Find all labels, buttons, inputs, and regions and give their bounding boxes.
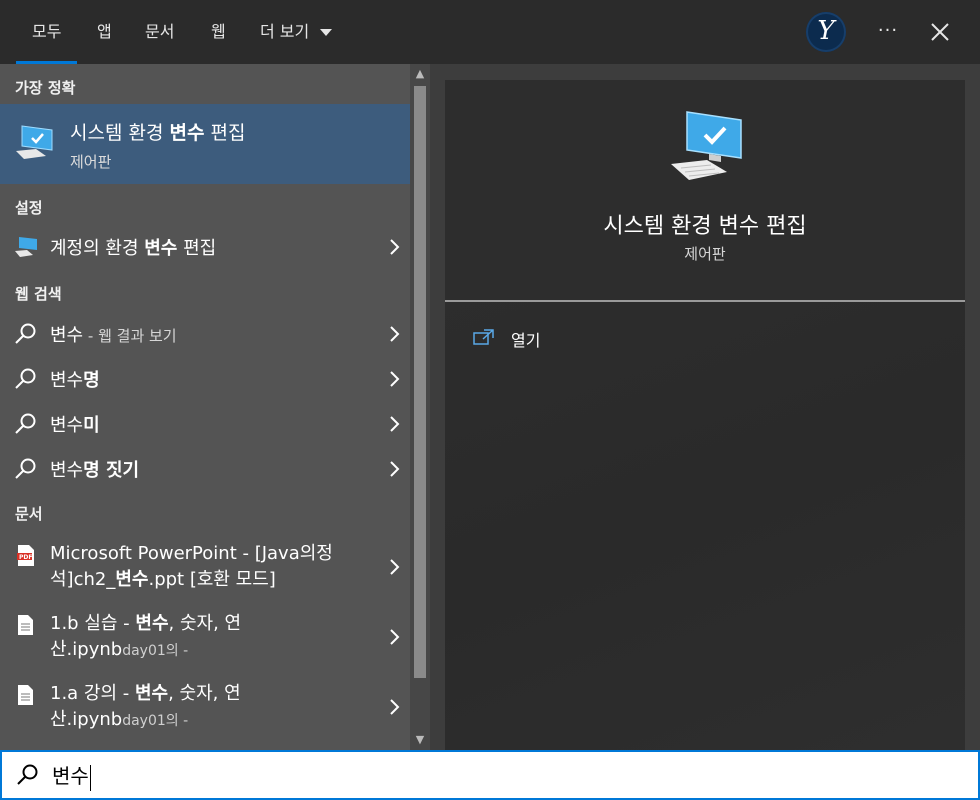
chevron-right-icon bbox=[390, 559, 400, 575]
monitor-icon bbox=[16, 125, 53, 159]
preview-subtitle: 제어판 bbox=[684, 245, 726, 263]
settings-item-label: 계정의 환경 변수 편집 bbox=[50, 238, 217, 259]
results-scrollbar[interactable]: ▲ ▼ bbox=[410, 64, 430, 750]
pdf-icon: PDF bbox=[17, 545, 34, 566]
preview-header: 시스템 환경 변수 편집 제어판 bbox=[445, 80, 965, 300]
scrollbar-thumb[interactable] bbox=[414, 86, 426, 678]
chevron-right-icon bbox=[390, 699, 400, 715]
dropdown-arrow-icon bbox=[320, 28, 333, 36]
search-icon bbox=[15, 458, 36, 479]
section-settings: 설정 bbox=[15, 199, 43, 217]
web-result-label: 변수미 bbox=[50, 415, 100, 436]
document-item[interactable]: 1.a 강의 - 변수, 숫자, 연 산.ipynbday01의 - bbox=[0, 681, 410, 737]
web-result-item[interactable]: 변수 - 웹 결과 보기 bbox=[0, 316, 410, 350]
web-result-item[interactable]: 변수미 bbox=[0, 406, 410, 440]
monitor-large-icon bbox=[671, 111, 742, 180]
document-title: Microsoft PowerPoint - [Java의정 석]ch2_변수.… bbox=[50, 543, 333, 590]
text-caret bbox=[89, 764, 91, 791]
avatar[interactable]: Y bbox=[806, 12, 846, 52]
best-match-title: 시스템 환경 변수 편집 bbox=[70, 122, 246, 144]
document-item[interactable]: 1.b 실습 - 변수, 숫자, 연 산.ipynbday01의 - bbox=[0, 611, 410, 667]
document-title: 1.a 강의 - 변수, 숫자, 연 산.ipynbday01의 - bbox=[50, 683, 241, 730]
section-web-search: 웹 검색 bbox=[15, 285, 62, 303]
open-label: 열기 bbox=[511, 331, 541, 350]
chevron-right-icon bbox=[390, 416, 400, 432]
chevron-right-icon bbox=[390, 461, 400, 477]
document-icon bbox=[18, 685, 33, 705]
tab-more[interactable]: 더 보기 bbox=[260, 0, 333, 64]
settings-item[interactable]: 계정의 환경 변수 편집 bbox=[0, 230, 410, 264]
web-result-item[interactable]: 변수명 짓기 bbox=[0, 451, 410, 485]
document-icon bbox=[18, 615, 33, 635]
chevron-right-icon bbox=[390, 239, 400, 255]
search-icon bbox=[15, 413, 36, 434]
tab-apps[interactable]: 앱 bbox=[97, 0, 112, 64]
web-result-label: 변수 - 웹 결과 보기 bbox=[50, 325, 177, 346]
chevron-right-icon bbox=[390, 629, 400, 645]
preview-title: 시스템 환경 변수 편집 bbox=[603, 214, 807, 239]
search-bar[interactable]: 변수 bbox=[0, 750, 980, 800]
chevron-right-icon bbox=[390, 371, 400, 387]
web-result-label: 변수명 짓기 bbox=[50, 460, 140, 481]
close-icon[interactable] bbox=[926, 16, 954, 48]
search-icon bbox=[15, 323, 36, 344]
preview-divider bbox=[445, 300, 965, 302]
tab-all[interactable]: 모두 bbox=[15, 0, 79, 64]
scroll-down-icon[interactable]: ▼ bbox=[410, 730, 430, 750]
search-input[interactable]: 변수 bbox=[52, 760, 91, 791]
scroll-up-icon[interactable]: ▲ bbox=[410, 64, 430, 84]
web-result-item[interactable]: 변수명 bbox=[0, 361, 410, 395]
preview-panel: 시스템 환경 변수 편집 제어판 열기 bbox=[445, 80, 965, 750]
chevron-right-icon bbox=[390, 326, 400, 342]
best-match-item[interactable]: 시스템 환경 변수 편집 제어판 bbox=[0, 104, 410, 184]
document-item[interactable]: PDF Microsoft PowerPoint - [Java의정 석]ch2… bbox=[0, 541, 410, 597]
section-best-match: 가장 정확 bbox=[15, 79, 76, 97]
more-options-icon[interactable]: ··· bbox=[872, 16, 904, 48]
section-documents: 문서 bbox=[15, 505, 43, 523]
best-match-subtitle: 제어판 bbox=[70, 153, 112, 171]
svg-text:PDF: PDF bbox=[19, 554, 32, 561]
monitor-small-icon bbox=[15, 237, 37, 257]
tab-web[interactable]: 웹 bbox=[211, 0, 226, 64]
open-icon bbox=[473, 329, 494, 345]
document-title: 1.b 실습 - 변수, 숫자, 연 산.ipynbday01의 - bbox=[50, 613, 242, 660]
search-icon bbox=[17, 764, 38, 785]
web-result-label: 변수명 bbox=[50, 370, 100, 391]
tab-documents[interactable]: 문서 bbox=[145, 0, 174, 64]
search-icon bbox=[15, 368, 36, 389]
top-bar: 모두 앱 문서 웹 더 보기 Y ··· bbox=[0, 0, 980, 64]
